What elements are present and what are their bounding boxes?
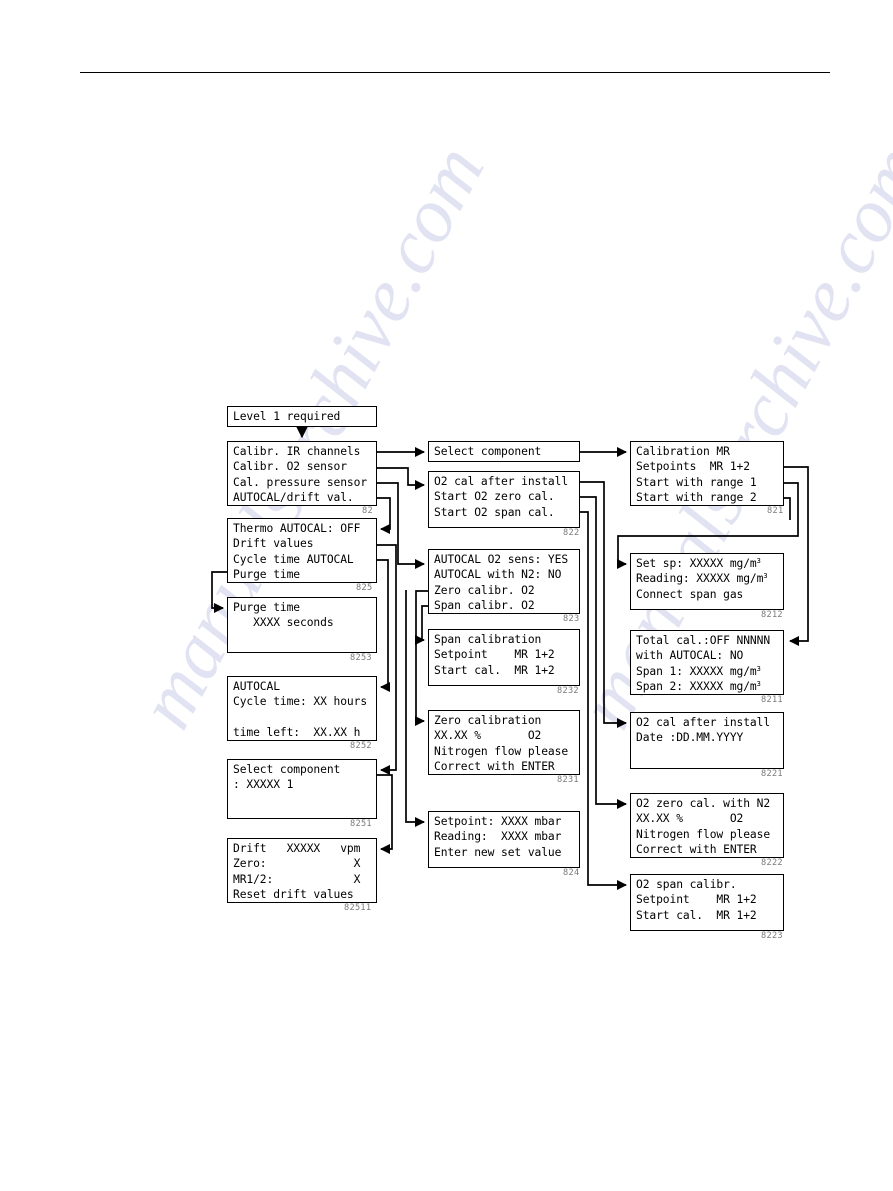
menu-box-tag: 82511 bbox=[344, 903, 372, 913]
menu-box-n8251[interactable]: Select component : XXXXX 1 bbox=[227, 759, 377, 819]
menu-box-level1[interactable]: Level 1 required bbox=[227, 406, 377, 427]
menu-line: Zero calibration bbox=[434, 714, 542, 727]
menu-line: Cal. pressure sensor bbox=[233, 475, 368, 489]
menu-line: Thermo AUTOCAL: OFF bbox=[233, 522, 361, 535]
menu-line: Start with range 2 bbox=[636, 491, 757, 505]
menu-box-n8223[interactable]: O2 span calibr. Setpoint MR 1+2 Start cal.… bbox=[630, 874, 784, 931]
menu-box-tag: 8231 bbox=[557, 775, 579, 785]
menu-line: : XXXXX 1 bbox=[233, 778, 294, 792]
menu-line: XX.XX % O2 bbox=[636, 812, 744, 826]
menu-line: XX.XX % O2 bbox=[434, 729, 542, 743]
menu-line: Setpoints MR 1+2 bbox=[636, 460, 750, 474]
menu-line: Reading: XXXXX mg/m3 bbox=[636, 572, 768, 586]
menu-box-n8232[interactable]: Span calibration Setpoint MR 1+2 Start cal… bbox=[428, 629, 580, 686]
menu-line: Drift XXXXX vpm bbox=[233, 842, 361, 855]
menu-line: Set sp: XXXXX mg/m3 bbox=[636, 557, 761, 570]
menu-box-n8211[interactable]: Total cal.:OFF NNNNN with AUTOCAL: NO Span… bbox=[630, 630, 784, 695]
menu-box-n82511[interactable]: Drift XXXXX vpm Zero: X MR1/2: X Reset drif… bbox=[227, 838, 377, 903]
menu-flow-diagram: Level 1 required Calibr. IR channels Calib… bbox=[0, 0, 893, 1191]
menu-box-n8253[interactable]: Purge time XXXX seconds bbox=[227, 597, 377, 653]
menu-line: Purge time bbox=[233, 568, 301, 582]
menu-box-tag: 824 bbox=[563, 868, 580, 878]
menu-box-tag: 8221 bbox=[761, 769, 783, 779]
menu-line: Enter new set value bbox=[434, 845, 562, 859]
menu-line: Calibr. O2 sensor bbox=[233, 460, 347, 474]
menu-box-tag: 8222 bbox=[761, 858, 783, 868]
menu-line: Drift values bbox=[233, 537, 314, 551]
menu-line: time left: XX.XX h bbox=[233, 726, 361, 740]
menu-line: O2 cal after install bbox=[636, 716, 771, 729]
menu-line: Correct with ENTER bbox=[434, 760, 555, 774]
menu-box-n825[interactable]: Thermo AUTOCAL: OFF Drift values Cycle tim… bbox=[227, 518, 377, 583]
menu-box-tag: 8211 bbox=[761, 695, 783, 705]
menu-box-n821[interactable]: Calibration MR Setpoints MR 1+2 Start with… bbox=[630, 441, 784, 506]
menu-box-n823[interactable]: AUTOCAL O2 sens: YES AUTOCAL with N2: NO Z… bbox=[428, 549, 580, 614]
menu-box-n8212[interactable]: Set sp: XXXXX mg/m3 Reading: XXXXX mg/m3 C… bbox=[630, 553, 784, 610]
menu-line: Start O2 zero cal. bbox=[434, 490, 555, 504]
menu-box-n8231[interactable]: Zero calibration XX.XX % O2 Nitrogen flow … bbox=[428, 710, 580, 775]
menu-line: Zero: X bbox=[233, 857, 361, 871]
menu-box-n824[interactable]: Setpoint: XXXX mbar Reading: XXXX mbar Ent… bbox=[428, 811, 580, 868]
menu-box-tag: 8232 bbox=[557, 686, 579, 696]
menu-line: O2 cal after install bbox=[434, 475, 569, 488]
menu-line: AUTOCAL with N2: NO bbox=[434, 568, 562, 582]
menu-line: AUTOCAL O2 sens: YES bbox=[434, 553, 569, 566]
menu-line: Span 2: XXXXX mg/m3 bbox=[636, 680, 761, 694]
menu-box-n8221[interactable]: O2 cal after install Date :DD.MM.YYYY bbox=[630, 712, 784, 769]
menu-line: Start with range 1 bbox=[636, 475, 757, 489]
menu-line: Calibr. IR channels bbox=[233, 445, 361, 458]
menu-line: Connect span gas bbox=[636, 587, 744, 601]
menu-line: Zero calibr. O2 bbox=[434, 583, 535, 597]
menu-box-n822[interactable]: O2 cal after install Start O2 zero cal. St… bbox=[428, 471, 580, 528]
menu-line: Cycle time: XX hours bbox=[233, 695, 368, 709]
menu-line: Calibration MR bbox=[636, 445, 730, 458]
menu-line: Span 1: XXXXX mg/m3 bbox=[636, 664, 761, 678]
menu-box-tag: 822 bbox=[563, 528, 580, 538]
menu-line: Start cal. MR 1+2 bbox=[434, 663, 555, 677]
menu-line: AUTOCAL/drift val. bbox=[233, 491, 354, 505]
menu-line: Purge time bbox=[233, 601, 301, 614]
menu-line: Cycle time AUTOCAL bbox=[233, 552, 354, 566]
menu-box-nSelComp[interactable]: Select component bbox=[428, 441, 580, 462]
menu-line: Reading: XXXX mbar bbox=[434, 830, 562, 844]
menu-box-tag: 8251 bbox=[350, 819, 372, 829]
menu-box-tag: 8223 bbox=[761, 931, 783, 941]
menu-line: XXXX seconds bbox=[233, 616, 334, 630]
menu-box-tag: 823 bbox=[563, 614, 580, 624]
menu-line: Nitrogen flow please bbox=[434, 744, 569, 758]
menu-line: Select component bbox=[434, 445, 542, 458]
menu-box-tag: 8252 bbox=[350, 741, 372, 751]
menu-line: Setpoint MR 1+2 bbox=[636, 893, 757, 907]
menu-line: Span calibr. O2 bbox=[434, 599, 535, 613]
menu-line: MR1/2: X bbox=[233, 872, 361, 886]
menu-line: O2 zero cal. with N2 bbox=[636, 797, 771, 810]
menu-line: Level 1 required bbox=[233, 410, 341, 423]
menu-line: AUTOCAL bbox=[233, 680, 280, 693]
menu-line: with AUTOCAL: NO bbox=[636, 649, 744, 663]
menu-box-tag: 82 bbox=[362, 506, 373, 516]
menu-line: Start O2 span cal. bbox=[434, 505, 555, 519]
menu-line: Nitrogen flow please bbox=[636, 827, 771, 841]
menu-line bbox=[233, 710, 376, 725]
document-page: manualsarchive.com manualsarchive.com Le… bbox=[0, 0, 893, 1191]
menu-line: Setpoint MR 1+2 bbox=[434, 648, 555, 662]
menu-box-n8222[interactable]: O2 zero cal. with N2 XX.XX % O2 Nitrogen f… bbox=[630, 793, 784, 858]
menu-box-n82[interactable]: Calibr. IR channels Calibr. O2 sensor Cal.… bbox=[227, 441, 377, 506]
menu-line: Correct with ENTER bbox=[636, 843, 757, 857]
menu-line: Reset drift values bbox=[233, 888, 354, 902]
menu-line: Total cal.:OFF NNNNN bbox=[636, 634, 771, 647]
menu-box-tag: 821 bbox=[767, 506, 784, 516]
menu-box-n8252[interactable]: AUTOCAL Cycle time: XX hours time left: XX… bbox=[227, 676, 377, 741]
menu-box-tag: 825 bbox=[356, 583, 373, 593]
menu-line: Select component bbox=[233, 763, 341, 776]
menu-box-tag: 8253 bbox=[350, 653, 372, 663]
menu-line: O2 span calibr. bbox=[636, 878, 737, 891]
menu-line: Span calibration bbox=[434, 633, 542, 646]
menu-line: Start cal. MR 1+2 bbox=[636, 908, 757, 922]
menu-line: Date :DD.MM.YYYY bbox=[636, 731, 744, 745]
menu-line: Setpoint: XXXX mbar bbox=[434, 815, 562, 828]
menu-box-tag: 8212 bbox=[761, 610, 783, 620]
